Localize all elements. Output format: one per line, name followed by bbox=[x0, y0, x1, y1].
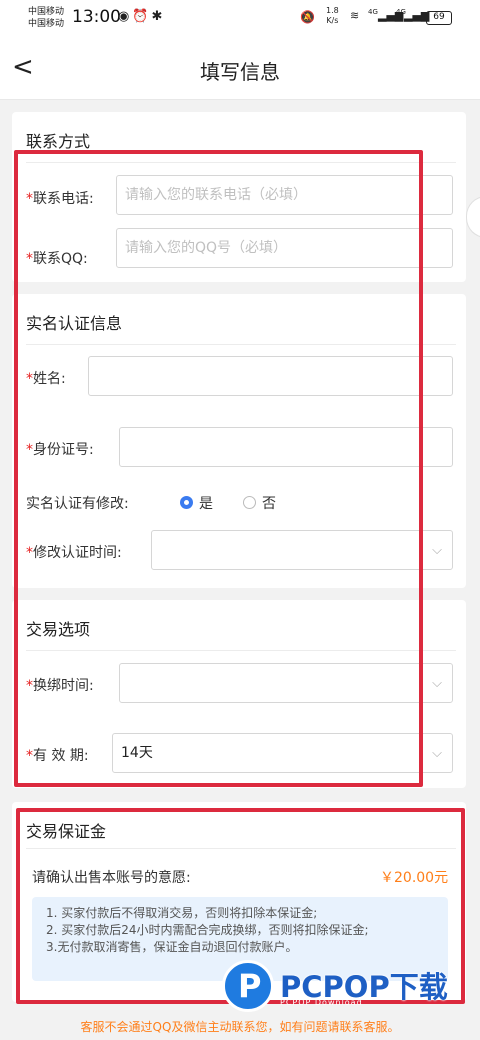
battery-icon: 69 bbox=[426, 11, 452, 25]
mute-icon: 🔕 bbox=[300, 10, 315, 24]
carrier-labels: 中国移动 中国移动 bbox=[28, 6, 64, 30]
footer-notice: 客服不会通过QQ及微信主动联系您，如有问题请联系客服。 bbox=[80, 1020, 400, 1034]
carrier-1: 中国移动 bbox=[28, 7, 65, 17]
chevron-down-icon: ⌵ bbox=[432, 746, 442, 761]
bluetooth-icon: ✱ bbox=[151, 9, 166, 24]
net-speed-value: 1.8 bbox=[326, 6, 339, 15]
chevron-down-icon: ⌵ bbox=[432, 543, 442, 558]
contact-title: 联系方式 bbox=[26, 132, 91, 151]
alarm-icon: ⏰ bbox=[132, 9, 152, 24]
wifi-icon: ≋ bbox=[350, 9, 360, 22]
chevron-down-icon: ⌵ bbox=[432, 676, 442, 691]
net-speed-unit: K/s bbox=[326, 16, 339, 25]
watermark-sub: PCPOP Download bbox=[280, 998, 363, 1007]
watermark-letter: P bbox=[238, 967, 262, 1005]
page-title: 填写信息 bbox=[200, 60, 280, 84]
nav-bar: < 填写信息 bbox=[0, 36, 480, 100]
side-float-tab[interactable] bbox=[466, 196, 480, 238]
highlight-box-form bbox=[14, 150, 423, 787]
watermark-circle: P bbox=[222, 960, 274, 1012]
eye-icon: ◉ bbox=[118, 9, 133, 24]
status-time: 13:00 bbox=[72, 7, 121, 27]
net-speed: 1.8 K/s bbox=[326, 6, 339, 26]
status-bar: 中国移动 中国移动 13:00 ◉⏰✱ 🔕 1.8 K/s ≋ 4G ▂▄▆ 4… bbox=[0, 0, 480, 36]
carrier-2: 中国移动 bbox=[28, 19, 65, 29]
signal-1-label: 4G bbox=[368, 8, 378, 16]
status-left-icons: ◉⏰✱ bbox=[118, 9, 165, 24]
